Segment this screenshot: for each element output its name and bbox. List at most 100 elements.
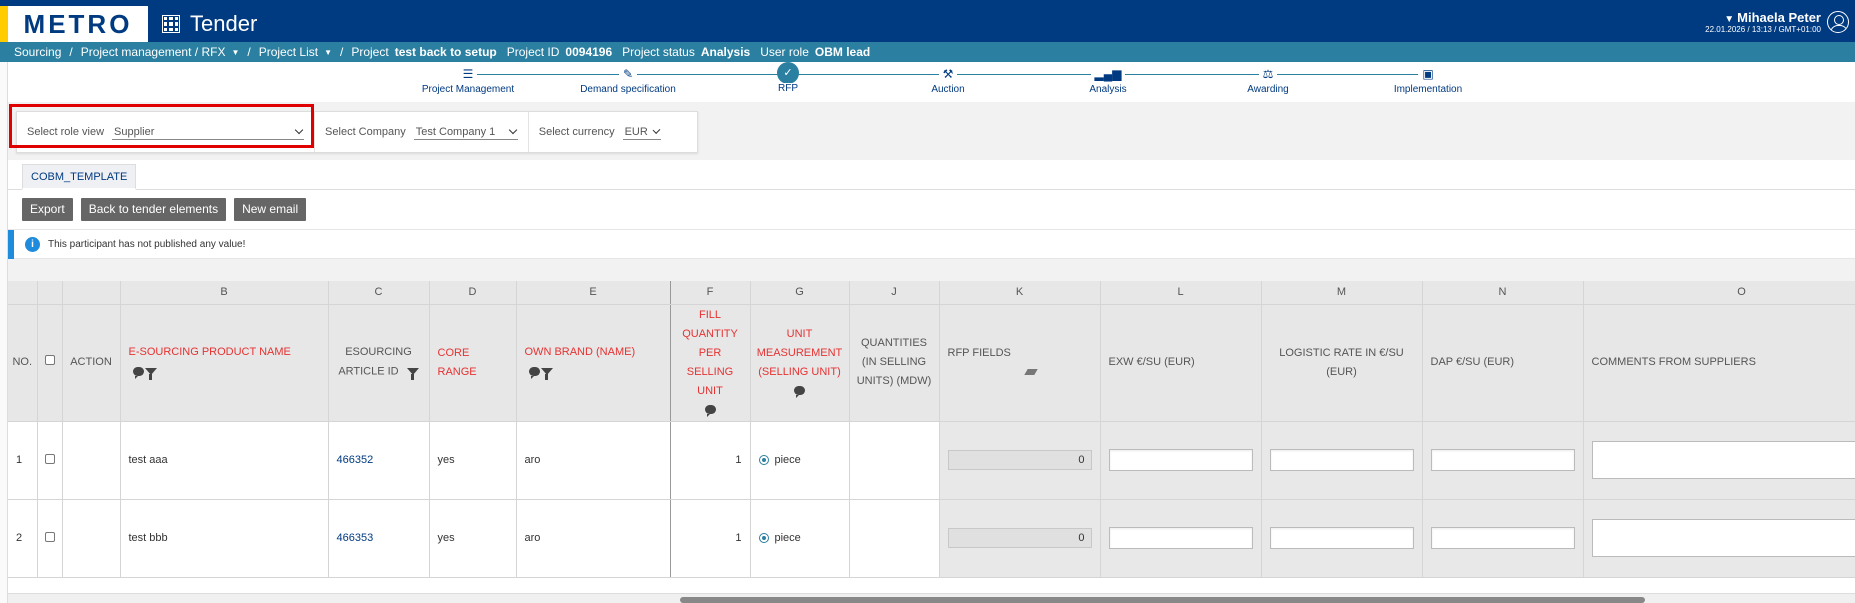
metro-logo[interactable]: METRO [0,6,148,42]
user-avatar-icon[interactable] [1827,11,1849,33]
article-id-link[interactable]: 466352 [328,421,430,500]
row-select [37,499,63,578]
header-rfp-fields[interactable]: RFP FIELDS [939,304,1101,422]
header-rfp-fields-label: RFP FIELDS [947,346,1011,359]
logistic-rate-input[interactable] [1269,449,1414,471]
project-id: 0094196 [565,45,613,59]
step-rfp[interactable]: ✓ RFP [708,62,868,94]
horizontal-scrollbar[interactable] [8,593,1855,603]
dap-input[interactable] [1430,527,1575,549]
info-message: i This participant has not published any… [8,229,1855,260]
step-demand-specification[interactable]: ✎ Demand specification [548,66,708,95]
header-unit-measurement-label: UNIT MEASUREMENT (SELLING UNIT) [756,327,843,378]
header-product-name[interactable]: E-SOURCING PRODUCT NAME [120,304,329,422]
dap-cell [1422,421,1584,500]
column-letters-row: B C D E F G J K L M N O [8,281,1855,305]
header-quantities[interactable]: QUANTITIES (IN SELLING UNITS) (MDW) [849,304,940,422]
rfp-icon: ✓ [777,62,799,84]
select-all-checkbox[interactable] [44,355,55,365]
project-id-label: Project ID [506,45,560,59]
scrollbar-thumb[interactable] [680,597,1645,603]
dap-input[interactable] [1430,449,1575,471]
step-label: Awarding [1188,84,1348,95]
filter-icon[interactable] [144,367,157,380]
row-select [37,421,63,500]
header-no: NO. [8,304,38,422]
row-checkbox[interactable] [44,453,55,464]
currency-value: EUR [624,125,648,138]
column-letter: L [1100,281,1262,305]
header-article-id-label: ESOURCING ARTICLE ID [338,346,412,378]
comment-icon[interactable] [794,386,805,399]
row-checkbox[interactable] [44,531,55,542]
header-own-brand[interactable]: OWN BRAND (NAME) [516,304,671,422]
breadcrumb-sourcing[interactable]: Sourcing [14,45,61,59]
breadcrumb-project-management[interactable]: Project management / RFX [81,45,226,59]
currency-label: Select currency [538,126,615,138]
info-icon: i [25,236,40,252]
breadcrumb-project-list[interactable]: Project List [259,45,318,59]
column-letter: J [849,281,940,305]
filter-icon[interactable] [406,367,419,380]
step-label: Implementation [1348,84,1508,95]
comment-icon[interactable] [704,405,716,418]
comment-icon[interactable] [528,366,540,379]
new-email-button[interactable]: New email [234,198,307,221]
template-tabs: COBM_TEMPLATE [8,160,1855,190]
step-auction[interactable]: ⚒ Auction [868,66,1028,95]
header-article-id[interactable]: ESOURCING ARTICLE ID [328,304,430,422]
export-button[interactable]: Export [22,198,73,221]
logistic-cell [1261,499,1423,578]
back-to-tender-elements-button[interactable]: Back to tender elements [80,198,227,221]
header-logistic-rate[interactable]: LOGISTIC RATE IN €/SU (EUR) [1261,304,1423,422]
step-label: RFP [708,83,868,94]
logo-stripe [0,6,8,42]
company-label: Select Company [325,126,406,138]
step-implementation[interactable]: ▣ Implementation [1348,66,1508,95]
info-accent [8,230,14,260]
caret-down-icon: ▼ [1724,14,1735,25]
breadcrumb-separator: / [340,45,344,59]
filter-icon[interactable] [540,367,553,380]
breadcrumb: Sourcing / Project management / RFX ▼ / … [0,42,1855,62]
header-fill-quantity[interactable]: FILL QUANTITY PER SELLING UNIT [670,304,751,422]
user-menu[interactable]: ▼ Mihaela Peter 22.01.2026 / 13:13 / GMT+… [1705,10,1849,34]
caret-down-icon[interactable]: ▼ [231,48,239,57]
header-core-range[interactable]: CORE RANGE [429,304,517,422]
table-row: 2 test bbb 466353 yes aro 1 piece 0 [8,499,1855,578]
unit-value: piece [774,454,801,466]
user-info[interactable]: ▼ Mihaela Peter 22.01.2026 / 13:13 / GMT+… [1705,10,1821,34]
header-product-name-label: E-SOURCING PRODUCT NAME [128,346,291,359]
column-letter: N [1422,281,1584,305]
app-title: Tender [162,11,257,37]
header-unit-measurement[interactable]: UNIT MEASUREMENT (SELLING UNIT) [750,304,850,422]
row-number: 2 [8,499,38,578]
column-letter: M [1261,281,1423,305]
column-header-row: NO. ACTION E-SOURCING PRODUCT NAME ESOUR… [8,304,1855,422]
comments-input[interactable] [1591,519,1855,557]
company-group: Select Company Test Company 1 [315,112,529,152]
tab-cobm-template[interactable]: COBM_TEMPLATE [22,164,137,190]
step-awarding[interactable]: ⚖ Awarding [1188,66,1348,95]
exw-input[interactable] [1108,527,1253,549]
exw-input[interactable] [1108,449,1253,471]
header-exw[interactable]: EXW €/SU (EUR) [1100,304,1262,422]
user-datetime: 22.01.2026 / 13:13 / GMT+01:00 [1705,25,1821,34]
article-id-link[interactable]: 466353 [328,499,430,578]
caret-down-icon[interactable]: ▼ [324,48,332,57]
step-label: Analysis [1028,84,1188,95]
step-project-management[interactable]: ☰ Project Management [388,66,548,95]
header-dap[interactable]: DAP €/SU (EUR) [1422,304,1584,422]
exw-cell [1100,499,1262,578]
company-select[interactable]: Test Company 1 [413,125,518,140]
tag-icon[interactable] [1023,368,1038,375]
step-analysis[interactable]: ▂▄▆ Analysis [1028,66,1188,95]
currency-select[interactable]: EUR [622,125,661,140]
logistic-rate-input[interactable] [1269,527,1414,549]
comments-input[interactable] [1591,441,1855,479]
header-comments[interactable]: COMMENTS FROM SUPPLIERS [1583,304,1855,422]
dap-cell [1422,499,1584,578]
comment-icon[interactable] [132,366,144,379]
own-brand: aro [516,421,671,500]
step-label: Demand specification [548,84,708,95]
